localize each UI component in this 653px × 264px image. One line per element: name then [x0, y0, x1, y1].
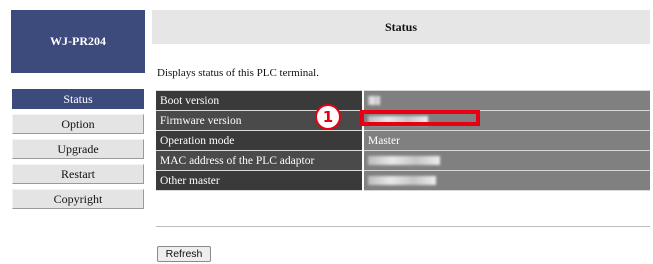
- sidebar-nav: Status Option Upgrade Restart Copyright: [12, 89, 144, 214]
- other-master-value: [363, 170, 650, 191]
- page-title-bar: Status: [152, 10, 650, 44]
- page-title: Status: [384, 20, 417, 34]
- boot-version-value: [363, 90, 650, 111]
- status-table: Boot version Firmware version Operation …: [156, 90, 650, 191]
- callout-marker: 1: [315, 104, 341, 130]
- mac-address-value: [363, 150, 650, 171]
- page-description: Displays status of this PLC terminal.: [157, 67, 319, 79]
- nav-item-status[interactable]: Status: [12, 89, 144, 109]
- table-row-mac-address: MAC address of the PLC adaptor: [156, 150, 650, 171]
- highlight-box: [360, 110, 480, 126]
- redacted-value: [368, 176, 436, 186]
- operation-mode-value: Master: [363, 130, 650, 151]
- other-master-label: Other master: [156, 170, 364, 191]
- redacted-value: [368, 96, 380, 106]
- mac-address-label: MAC address of the PLC adaptor: [156, 150, 364, 171]
- product-name: WJ-PR204: [50, 34, 106, 48]
- divider: [156, 226, 650, 227]
- nav-item-upgrade[interactable]: Upgrade: [12, 139, 144, 159]
- operation-mode-label: Operation mode: [156, 130, 364, 151]
- nav-item-option[interactable]: Option: [12, 114, 144, 134]
- product-logo: WJ-PR204: [11, 10, 145, 73]
- redacted-value: [368, 156, 440, 166]
- refresh-button[interactable]: Refresh: [157, 246, 211, 262]
- table-row-boot-version: Boot version: [156, 90, 650, 111]
- nav-item-copyright[interactable]: Copyright: [12, 189, 144, 209]
- table-row-operation-mode: Operation mode Master: [156, 130, 650, 151]
- table-row-other-master: Other master: [156, 170, 650, 191]
- nav-item-restart[interactable]: Restart: [12, 164, 144, 184]
